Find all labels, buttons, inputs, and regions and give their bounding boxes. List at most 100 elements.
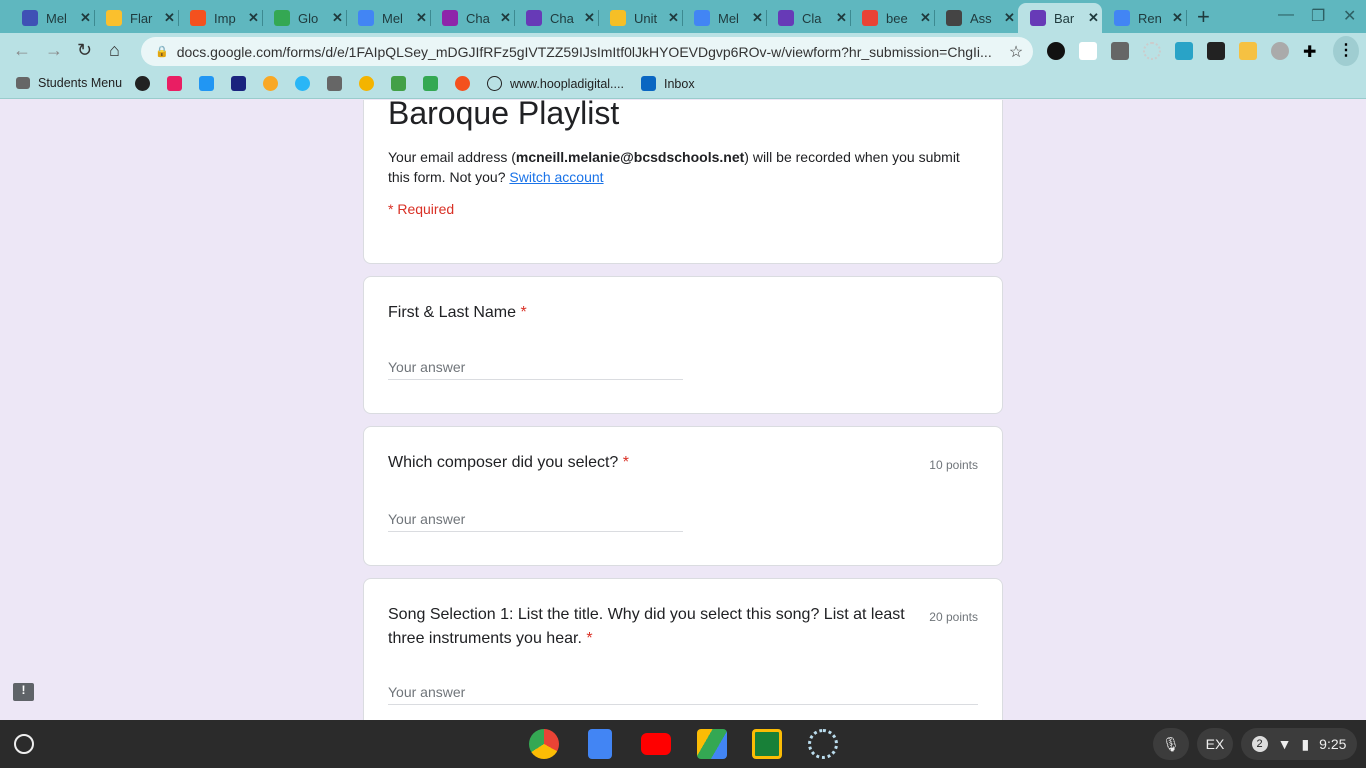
tab-close-icon[interactable]: ✕ [752,10,763,26]
extension-b-icon[interactable] [1111,42,1129,60]
tab[interactable]: Imp ✕ [178,3,262,33]
extension-owl-icon[interactable] [1207,42,1225,60]
bookmark-students-menu[interactable]: Students Menu [16,76,122,90]
docs-icon[interactable] [588,729,612,759]
tab-close-icon[interactable]: ✕ [248,10,259,26]
hoopla-icon [487,76,502,91]
tab-favicon-icon [1114,10,1130,26]
tab-title: Flar [130,10,153,26]
tab-title: Unit [634,10,658,26]
email-address: mcneill.melanie@bcsdschools.net [515,149,745,165]
bookmark-globe-icon[interactable] [135,76,150,91]
song-selection-input[interactable]: Your answer [388,684,978,705]
page-title: Baroque Playlist [388,100,620,131]
chrome-icon[interactable] [529,729,559,759]
url-text[interactable]: docs.google.com/forms/d/e/1FAIpQLSey_mDG… [177,44,999,60]
youtube-icon[interactable] [641,733,671,755]
tab-close-icon[interactable]: ✕ [164,10,175,26]
tab-close-icon[interactable]: ✕ [416,10,427,26]
extension-loading-icon[interactable] [1143,42,1161,60]
bookmark-orange-icon[interactable] [359,76,374,91]
tab[interactable]: Mel ✕ [10,3,94,33]
tab[interactable]: Bar ✕ [1018,3,1102,33]
tab[interactable]: Cha ✕ [430,3,514,33]
question-card: First & Last Name * Your answer [363,276,1003,414]
maximize-button[interactable]: ❐ [1311,6,1325,26]
bookmark-drive-icon[interactable] [423,76,438,91]
tab[interactable]: Ren ✕ [1102,3,1186,33]
folder-icon [16,77,30,89]
input-method-button[interactable]: EX [1197,728,1233,760]
tab[interactable]: bee ✕ [850,3,934,33]
required-asterisk: * [622,454,630,471]
tab-close-icon[interactable]: ✕ [332,10,343,26]
bookmark-b-icon[interactable] [391,76,406,91]
tab-title: Mel [718,10,739,26]
close-window-button[interactable]: ✕ [1343,6,1356,26]
extension-monkey-icon[interactable] [1271,42,1289,60]
bookmark-hoopla[interactable]: www.hoopladigital.... [487,76,624,91]
back-icon[interactable]: ← [13,40,31,61]
tab-title: Mel [46,10,67,26]
tab-close-icon[interactable]: ✕ [836,10,847,26]
bookmark-music-icon[interactable] [455,76,470,91]
feedback-icon[interactable]: ! [13,683,34,701]
required-asterisk: * [586,630,593,647]
tab-favicon-icon [946,10,962,26]
tab-favicon-icon [442,10,458,26]
extension-power-icon[interactable] [1047,42,1065,60]
minimize-button[interactable]: — [1278,6,1294,24]
tab-close-icon[interactable]: ✕ [500,10,511,26]
tab-close-icon[interactable]: ✕ [584,10,595,26]
launcher-icon[interactable] [14,734,34,754]
bookmark-star-icon[interactable]: ☆ [999,42,1033,62]
tab-favicon-icon [274,10,290,26]
bookmark-folder-icon[interactable] [327,76,342,91]
switch-account-link[interactable]: Switch account [509,169,603,185]
menu-icon[interactable]: ⋮ [1333,36,1359,66]
tab[interactable]: Flar ✕ [94,3,178,33]
points-label: 20 points [929,610,978,624]
name-input[interactable]: Your answer [388,359,683,380]
tab[interactable]: Mel ✕ [346,3,430,33]
forward-icon[interactable]: → [45,40,63,61]
extension-cloud-icon[interactable] [1175,42,1193,60]
bookmark-p-icon[interactable] [231,76,246,91]
drive-icon[interactable] [697,729,727,759]
home-icon[interactable]: ⌂ [109,40,120,61]
tab-title: Ass [970,10,992,26]
bookmark-label: Students Menu [38,76,123,90]
status-tray[interactable]: 2 ▼ ▮ 9:25 [1241,728,1357,760]
tab-favicon-icon [106,10,122,26]
tab-close-icon[interactable]: ✕ [668,10,679,26]
bookmark-g-icon[interactable] [199,76,214,91]
tab-close-icon[interactable]: ✕ [1004,10,1015,26]
tab[interactable]: Cha ✕ [514,3,598,33]
tab-title: Mel [382,10,403,26]
bookmark-inbox[interactable]: Inbox [641,76,695,91]
classroom-icon[interactable] [752,729,782,759]
loading-app-icon[interactable] [808,729,838,759]
bookmark-fruit-icon[interactable] [263,76,278,91]
tab[interactable]: Mel ✕ [682,3,766,33]
tab-close-icon[interactable]: ✕ [1172,10,1183,26]
reload-icon[interactable]: ↻ [77,40,92,61]
form-page: Baroque Playlist Your email address (mcn… [0,100,1366,720]
new-tab-button[interactable]: + [1197,4,1210,30]
extension-a-icon[interactable] [1079,42,1097,60]
microphone-icon[interactable]: 🎙 [1153,728,1189,760]
extensions-puzzle-icon[interactable]: ✚ [1303,42,1321,61]
address-bar[interactable]: 🔒 docs.google.com/forms/d/e/1FAIpQLSey_m… [141,37,1033,66]
tab-close-icon[interactable]: ✕ [80,10,91,26]
composer-input[interactable]: Your answer [388,511,683,532]
tab[interactable]: Ass ✕ [934,3,1018,33]
clock: 9:25 [1319,736,1347,752]
tab-close-icon[interactable]: ✕ [1088,10,1099,26]
extension-hand-icon[interactable] [1239,42,1257,60]
tab[interactable]: Unit ✕ [598,3,682,33]
tab-close-icon[interactable]: ✕ [920,10,931,26]
bookmark-circle-icon[interactable] [295,76,310,91]
tab[interactable]: Cla ✕ [766,3,850,33]
bookmark-n-icon[interactable] [167,76,182,91]
tab[interactable]: Glo ✕ [262,3,346,33]
